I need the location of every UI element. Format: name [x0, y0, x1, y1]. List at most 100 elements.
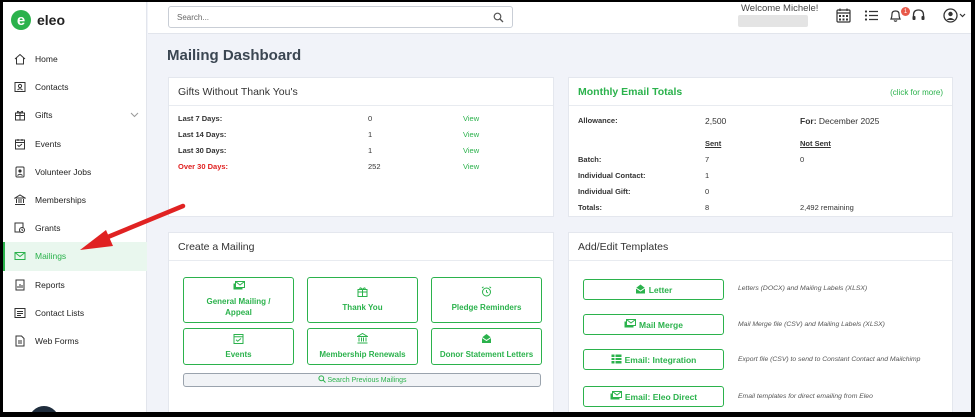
sidebar-item-label: Events: [35, 138, 61, 149]
logo-text: eleo: [37, 12, 66, 28]
email-eleo-direct-template-button[interactable]: Email: Eleo Direct: [583, 386, 724, 407]
click-for-more-link[interactable]: (click for more): [890, 88, 943, 97]
task-list-icon[interactable]: [864, 8, 879, 28]
button-label: Email: Integration: [624, 354, 697, 365]
card-title: Add/Edit Templates: [569, 233, 952, 261]
email-integration-template-button[interactable]: Email: Integration: [583, 349, 724, 370]
search-icon[interactable]: [493, 12, 504, 25]
template-description: Export file (CSV) to send to Constant Co…: [738, 356, 921, 363]
events-mailing-button[interactable]: Events: [183, 328, 294, 365]
user-account-icon[interactable]: [943, 8, 967, 28]
row-value: 0: [368, 114, 373, 123]
sidebar-item-label: Grants: [35, 223, 61, 234]
row-label: Totals:: [578, 203, 603, 212]
allowance-label: Allowance:: [578, 116, 618, 125]
template-description: Letters (DOCX) and Mailing Labels (XLSX): [738, 285, 868, 292]
button-label: Mail Merge: [639, 319, 683, 330]
sidebar-item-events[interactable]: Events: [3, 130, 147, 158]
sidebar-item-grants[interactable]: Grants: [3, 214, 147, 242]
volunteer-icon: [13, 165, 27, 179]
thank-you-button[interactable]: Thank You: [307, 277, 418, 323]
template-description: Mail Merge file (CSV) and Mailing Labels…: [738, 321, 885, 328]
row-label-overdue: Over 30 Days:: [178, 162, 229, 171]
gift-icon: [357, 286, 368, 301]
button-label: General Mailing / Appeal: [206, 297, 271, 317]
headset-icon[interactable]: [911, 8, 926, 28]
logo[interactable]: e eleo: [11, 10, 65, 30]
row-label: Last 7 Days:: [178, 114, 223, 123]
mail-icon: [13, 249, 27, 263]
calendar-grid-icon[interactable]: [836, 8, 851, 28]
donor-statement-letters-button[interactable]: Donor Statement Letters: [431, 328, 542, 365]
add-edit-templates-card: Add/Edit Templates Letter Letters (DOCX)…: [568, 232, 953, 412]
chevron-down-icon[interactable]: [130, 110, 139, 120]
help-chat-bubble[interactable]: [29, 406, 59, 412]
row-label: Individual Contact:: [578, 171, 646, 180]
sidebar-item-contact-lists[interactable]: Contact Lists: [3, 299, 147, 327]
envelope-open-icon: [635, 284, 646, 296]
row-label: Last 30 Days:: [178, 146, 227, 155]
row-label: Individual Gift:: [578, 187, 631, 196]
view-link[interactable]: View: [463, 114, 479, 123]
mail-stack-icon: [233, 281, 245, 295]
sidebar-item-home[interactable]: Home: [3, 45, 147, 73]
sidebar-item-label: Contacts: [35, 82, 69, 93]
sidebar-item-volunteer-jobs[interactable]: Volunteer Jobs: [3, 158, 147, 186]
organization-name-redacted: [738, 15, 808, 27]
sent-value: 1: [705, 171, 710, 180]
search-previous-mailings-button[interactable]: Search Previous Mailings: [183, 373, 541, 387]
form-icon: [13, 334, 27, 348]
letter-template-button[interactable]: Letter: [583, 279, 724, 300]
button-label: Donor Statement Letters: [439, 349, 534, 359]
button-label: Email: Eleo Direct: [624, 391, 698, 402]
mail-merge-template-button[interactable]: Mail Merge: [583, 314, 724, 335]
envelope-open-icon: [481, 333, 492, 348]
sidebar-nav: Home Contacts Gifts Events Volunteer Job…: [3, 45, 147, 355]
view-link[interactable]: View: [463, 130, 479, 139]
sidebar-item-label: Gifts: [35, 110, 53, 121]
sidebar-item-label: Reports: [35, 279, 65, 290]
monthly-email-totals-card[interactable]: Monthly Email Totals (click for more) Al…: [568, 77, 953, 217]
view-link[interactable]: View: [463, 146, 479, 155]
search-placeholder: Search...: [177, 12, 210, 22]
row-value: 1: [368, 130, 373, 139]
logo-mark: e: [11, 10, 31, 30]
bank-icon: [355, 332, 370, 348]
not-sent-value: 2,492 remaining: [800, 203, 854, 212]
membership-renewals-button[interactable]: Membership Renewals: [307, 328, 418, 365]
view-link[interactable]: View: [463, 162, 479, 171]
general-mailing-button[interactable]: General Mailing / Appeal: [183, 277, 294, 323]
sidebar-item-mailings[interactable]: Mailings: [3, 242, 147, 271]
welcome-text: Welcome Michele!: [741, 3, 819, 14]
sidebar-item-gifts[interactable]: Gifts: [3, 101, 147, 129]
sent-value: 7: [705, 155, 710, 164]
gifts-without-thank-you-card: Gifts Without Thank You's Last 7 Days: 0…: [168, 77, 554, 217]
spreadsheet-icon: [611, 354, 622, 366]
reports-icon: [13, 278, 27, 292]
sidebar-item-label: Contact Lists: [35, 307, 85, 318]
card-title: Gifts Without Thank You's: [169, 78, 553, 106]
notification-badge: 1: [901, 7, 910, 16]
sidebar-item-reports[interactable]: Reports: [3, 271, 147, 299]
button-label: Search Previous Mailings: [327, 376, 407, 384]
calendar-check-icon: [233, 333, 244, 348]
for-label: For:: [800, 116, 817, 126]
button-label: Thank You: [342, 303, 383, 312]
row-label: Last 14 Days:: [178, 130, 227, 139]
row-value: 252: [368, 162, 381, 171]
search-icon: [317, 375, 326, 385]
sidebar-item-label: Volunteer Jobs: [35, 166, 92, 177]
search-input[interactable]: Search...: [168, 6, 513, 28]
page-title: Mailing Dashboard: [167, 47, 302, 64]
sidebar-item-web-forms[interactable]: Web Forms: [3, 327, 147, 355]
sidebar-item-memberships[interactable]: Memberships: [3, 186, 147, 214]
period: For: December 2025: [800, 116, 879, 126]
sidebar-item-contacts[interactable]: Contacts: [3, 73, 147, 101]
grants-icon: [13, 221, 27, 235]
pledge-reminders-button[interactable]: Pledge Reminders: [431, 277, 542, 323]
bank-icon: [13, 193, 27, 207]
topbar: Search... Welcome Michele! 1: [148, 2, 971, 34]
list-icon: [13, 306, 27, 320]
button-label: Letter: [648, 284, 673, 295]
mail-stack-icon: [610, 390, 622, 403]
